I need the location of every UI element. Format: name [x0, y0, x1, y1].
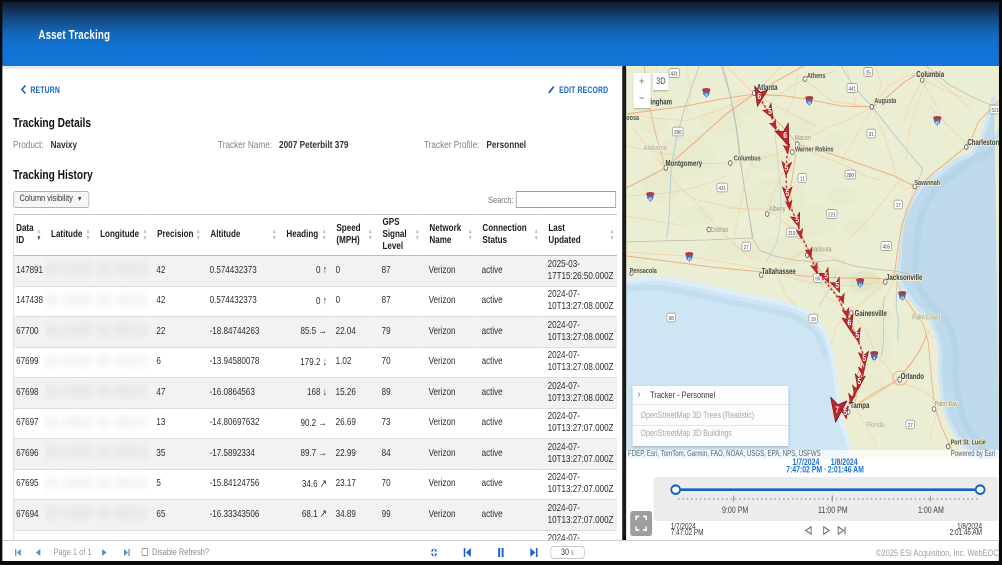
svg-text:Palm Bay: Palm Bay — [934, 400, 958, 408]
svg-text:Valdosta: Valdosta — [811, 245, 832, 253]
svg-text:Albany: Albany — [769, 205, 786, 213]
svg-text:5: 5 — [785, 188, 789, 198]
svg-text:405: 405 — [882, 243, 890, 250]
svg-text:Athens: Athens — [807, 72, 826, 80]
svg-text:6: 6 — [847, 317, 851, 327]
svg-text:98: 98 — [668, 315, 673, 322]
svg-text:Alabama: Alabama — [643, 144, 667, 152]
svg-text:5: 5 — [784, 162, 788, 172]
svg-text:5: 5 — [862, 353, 866, 363]
svg-text:Charleston: Charleston — [967, 139, 999, 147]
svg-text:521: 521 — [991, 107, 999, 114]
svg-text:Warner Robins: Warner Robins — [795, 145, 834, 153]
svg-text:Port St. Lucie: Port St. Lucie — [950, 438, 986, 446]
svg-text:Macon: Macon — [794, 134, 811, 142]
svg-text:Augusta: Augusta — [874, 97, 896, 105]
svg-text:Tuscaloosa: Tuscaloosa — [626, 114, 639, 122]
svg-text:221: 221 — [828, 211, 836, 218]
svg-text:5: 5 — [857, 376, 861, 386]
svg-text:431: 431 — [718, 185, 726, 192]
svg-text:11: 11 — [800, 175, 805, 182]
svg-text:5: 5 — [843, 407, 847, 417]
svg-text:Pensacola: Pensacola — [629, 267, 656, 275]
svg-text:Columbia: Columbia — [916, 71, 944, 79]
svg-text:5: 5 — [835, 280, 839, 290]
svg-text:Tallahassee: Tallahassee — [761, 268, 795, 276]
svg-text:25: 25 — [865, 69, 870, 76]
svg-text:Gainesville: Gainesville — [854, 310, 886, 318]
svg-text:6: 6 — [783, 130, 787, 140]
svg-text:Palm Coast: Palm Coast — [912, 313, 940, 321]
svg-text:Columbus: Columbus — [734, 154, 761, 162]
svg-text:5: 5 — [824, 270, 828, 280]
svg-text:280: 280 — [674, 129, 682, 136]
svg-text:431: 431 — [670, 70, 678, 77]
svg-text:Montgomery: Montgomery — [665, 160, 702, 168]
svg-text:319: 319 — [788, 230, 796, 237]
svg-text:17: 17 — [896, 202, 901, 209]
svg-text:Tampa: Tampa — [850, 402, 869, 410]
svg-text:90: 90 — [815, 275, 820, 282]
svg-text:19: 19 — [810, 316, 815, 323]
svg-text:27: 27 — [907, 422, 912, 429]
svg-text:Savannah: Savannah — [914, 179, 940, 187]
svg-text:Orlando: Orlando — [900, 373, 923, 381]
svg-text:27: 27 — [743, 244, 748, 251]
svg-text:280: 280 — [846, 172, 854, 179]
svg-text:Dothan: Dothan — [711, 226, 729, 234]
svg-text:5: 5 — [795, 214, 799, 224]
svg-text:441: 441 — [848, 85, 856, 92]
svg-text:Florida: Florida — [866, 421, 884, 429]
svg-text:5: 5 — [768, 106, 772, 116]
svg-text:6: 6 — [757, 91, 761, 101]
svg-text:Jacksonville: Jacksonville — [886, 274, 922, 282]
svg-text:7: 7 — [835, 404, 839, 414]
svg-text:21: 21 — [869, 131, 874, 138]
svg-text:5: 5 — [855, 330, 859, 340]
